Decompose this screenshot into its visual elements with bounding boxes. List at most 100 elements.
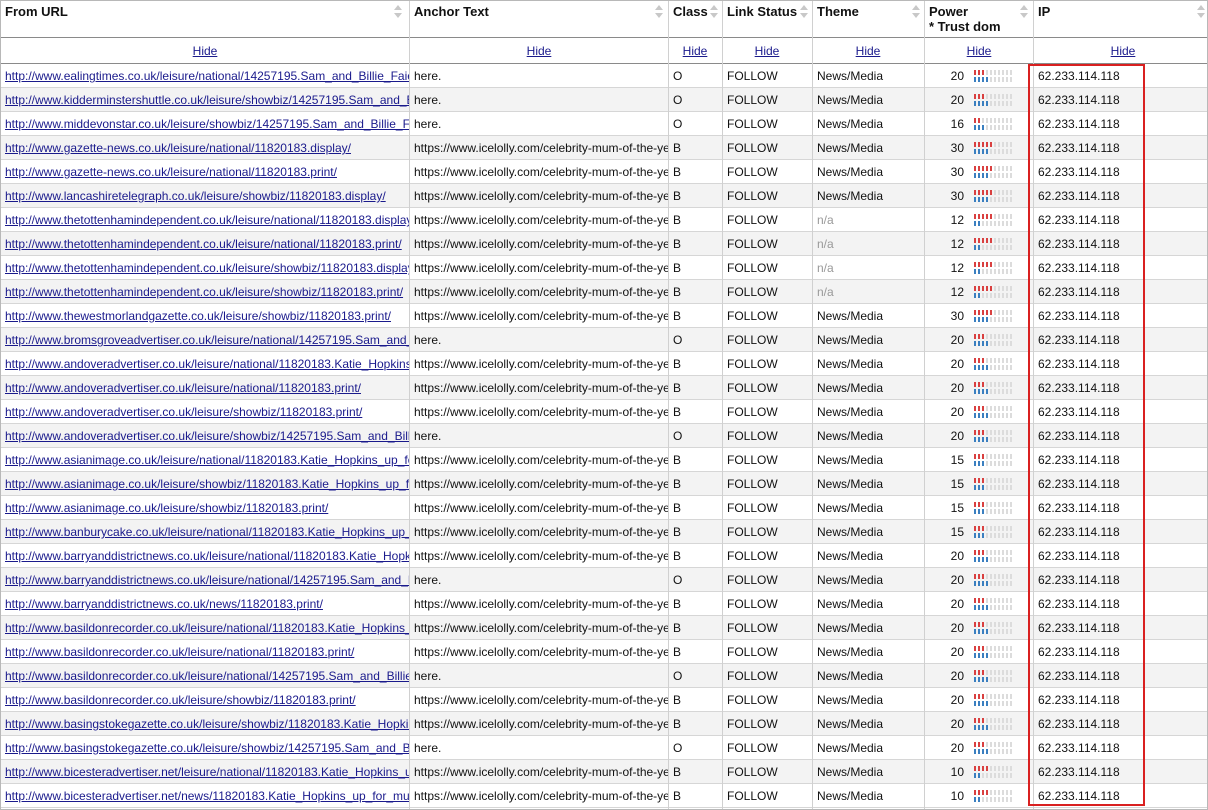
trust-bar <box>974 605 976 610</box>
from-url-cell-link[interactable]: http://www.bicesteradvertiser.net/leisur… <box>5 765 409 779</box>
table-row: http://www.banburycake.co.uk/leisure/nat… <box>0 520 1208 544</box>
power-bar <box>982 454 984 459</box>
from-url-cell: http://www.barryanddistrictnews.co.uk/ne… <box>0 592 409 616</box>
hide-link-status-link[interactable]: Hide <box>755 44 780 58</box>
from-url-cell-link[interactable]: http://www.middevonstar.co.uk/leisure/sh… <box>5 117 409 131</box>
trust-bar <box>1002 605 1004 610</box>
from-url-cell-link[interactable]: http://www.basildonrecorder.co.uk/leisur… <box>5 693 356 707</box>
trust-bar <box>1002 197 1004 202</box>
from-url-cell-link[interactable]: http://www.thetottenhamindependent.co.uk… <box>5 261 409 275</box>
header-anchor-text[interactable]: Anchor Text <box>409 0 668 38</box>
from-url-cell-link[interactable]: http://www.gazette-news.co.uk/leisure/na… <box>5 141 351 155</box>
sort-icon[interactable] <box>655 5 663 19</box>
trust-bar <box>998 605 1000 610</box>
theme-cell: News/Media <box>817 693 884 707</box>
theme-cell: News/Media <box>817 93 884 107</box>
from-url-cell-link[interactable]: http://www.asianimage.co.uk/leisure/show… <box>5 501 328 515</box>
power-cell: 12 <box>924 232 1033 256</box>
header-from-url[interactable]: From URL <box>0 0 409 38</box>
header-power[interactable]: Power * Trust dom <box>924 0 1033 38</box>
trust-bar <box>994 149 996 154</box>
trust-bar <box>982 77 984 82</box>
power-bar <box>994 478 996 483</box>
from-url-cell-link[interactable]: http://www.andoveradvertiser.co.uk/leisu… <box>5 357 409 371</box>
power-bar <box>986 358 988 363</box>
trust-bar <box>982 413 984 418</box>
table-row: http://www.barryanddistrictnews.co.uk/le… <box>0 568 1208 592</box>
power-bar <box>982 550 984 555</box>
from-url-cell-link[interactable]: http://www.thetottenhamindependent.co.uk… <box>5 237 402 251</box>
from-url-cell-link[interactable]: http://www.gazette-news.co.uk/leisure/na… <box>5 165 337 179</box>
table-row: http://www.asianimage.co.uk/leisure/show… <box>0 472 1208 496</box>
hide-class-link[interactable]: Hide <box>683 44 708 58</box>
power-bar <box>982 478 984 483</box>
trust-bar <box>998 389 1000 394</box>
from-url-cell-link[interactable]: http://www.barryanddistrictnews.co.uk/le… <box>5 549 409 563</box>
table-row: http://www.basingstokegazette.co.uk/leis… <box>0 712 1208 736</box>
trust-bar <box>986 701 988 706</box>
trust-bar <box>1006 629 1008 634</box>
class-cell: B <box>673 357 682 371</box>
from-url-cell-link[interactable]: http://www.andoveradvertiser.co.uk/leisu… <box>5 405 362 419</box>
trust-bar <box>1002 653 1004 658</box>
sort-icon[interactable] <box>1020 5 1028 19</box>
trust-bar <box>986 509 988 514</box>
ip-cell: 62.233.114.118 <box>1038 189 1120 203</box>
from-url-cell-link[interactable]: http://www.barryanddistrictnews.co.uk/ne… <box>5 597 323 611</box>
power-bar <box>998 262 1000 267</box>
from-url-cell-link[interactable]: http://www.asianimage.co.uk/leisure/show… <box>5 477 409 491</box>
hide-theme-link[interactable]: Hide <box>856 44 881 58</box>
hide-ip-link[interactable]: Hide <box>1111 44 1136 58</box>
ip-cell: 62.233.114.118 <box>1038 789 1120 803</box>
power-bar <box>986 718 988 723</box>
header-class[interactable]: Class <box>668 0 722 38</box>
sort-icon[interactable] <box>800 5 808 19</box>
from-url-cell-link[interactable]: http://www.thetottenhamindependent.co.uk… <box>5 285 403 299</box>
from-url-cell-link[interactable]: http://www.andoveradvertiser.co.uk/leisu… <box>5 381 361 395</box>
from-url-cell-link[interactable]: http://www.basildonrecorder.co.uk/leisur… <box>5 669 409 683</box>
sort-icon[interactable] <box>912 5 920 19</box>
header-ip[interactable]: IP <box>1033 0 1208 38</box>
hide-power-link[interactable]: Hide <box>967 44 992 58</box>
power-bar <box>998 502 1000 507</box>
hide-from-url-link[interactable]: Hide <box>193 44 218 58</box>
power-bar <box>990 646 992 651</box>
sort-icon[interactable] <box>1197 5 1205 19</box>
header-theme[interactable]: Theme <box>812 0 924 38</box>
from-url-cell-link[interactable]: http://www.basildonrecorder.co.uk/leisur… <box>5 645 354 659</box>
from-url-cell-link[interactable]: http://www.basingstokegazette.co.uk/leis… <box>5 717 409 731</box>
from-url-cell-link[interactable]: http://www.andoveradvertiser.co.uk/leisu… <box>5 429 409 443</box>
power-bar <box>1006 310 1008 315</box>
power-bar <box>1010 694 1012 699</box>
from-url-cell-link[interactable]: http://www.lancashiretelegraph.co.uk/lei… <box>5 189 386 203</box>
power-trust-meter <box>974 502 1014 514</box>
power-trust-meter <box>974 142 1014 154</box>
from-url-cell-link[interactable]: http://www.bromsgroveadvertiser.co.uk/le… <box>5 333 409 347</box>
table-row: http://www.barryanddistrictnews.co.uk/le… <box>0 544 1208 568</box>
from-url-cell-link[interactable]: http://www.basildonrecorder.co.uk/leisur… <box>5 621 409 635</box>
hide-anchor-text-link[interactable]: Hide <box>527 44 552 58</box>
from-url-cell-link[interactable]: http://www.kidderminstershuttle.co.uk/le… <box>5 93 409 107</box>
from-url-cell-link[interactable]: http://www.barryanddistrictnews.co.uk/le… <box>5 573 409 587</box>
power-bar <box>978 190 980 195</box>
trust-bar <box>1010 749 1012 754</box>
sort-icon[interactable] <box>710 5 718 19</box>
header-link-status[interactable]: Link Status <box>722 0 812 38</box>
from-url-cell-link[interactable]: http://www.thetottenhamindependent.co.uk… <box>5 213 409 227</box>
from-url-cell-link[interactable]: http://www.thewestmorlandgazette.co.uk/l… <box>5 309 391 323</box>
trust-bar <box>1002 629 1004 634</box>
table-row: http://www.basingstokegazette.co.uk/leis… <box>0 736 1208 760</box>
power-value: 20 <box>950 405 964 419</box>
power-bar <box>986 430 988 435</box>
trust-bar <box>990 725 992 730</box>
power-bar <box>986 334 988 339</box>
power-bar <box>990 406 992 411</box>
from-url-cell-link[interactable]: http://www.asianimage.co.uk/leisure/nati… <box>5 453 409 467</box>
class-cell: O <box>673 117 683 131</box>
sort-icon[interactable] <box>394 5 402 19</box>
column-divider <box>924 0 925 810</box>
from-url-cell-link[interactable]: http://www.banburycake.co.uk/leisure/nat… <box>5 525 409 539</box>
from-url-cell-link[interactable]: http://www.ealingtimes.co.uk/leisure/nat… <box>5 69 409 83</box>
from-url-cell-link[interactable]: http://www.basingstokegazette.co.uk/leis… <box>5 741 409 755</box>
from-url-cell-link[interactable]: http://www.bicesteradvertiser.net/news/1… <box>5 789 409 803</box>
